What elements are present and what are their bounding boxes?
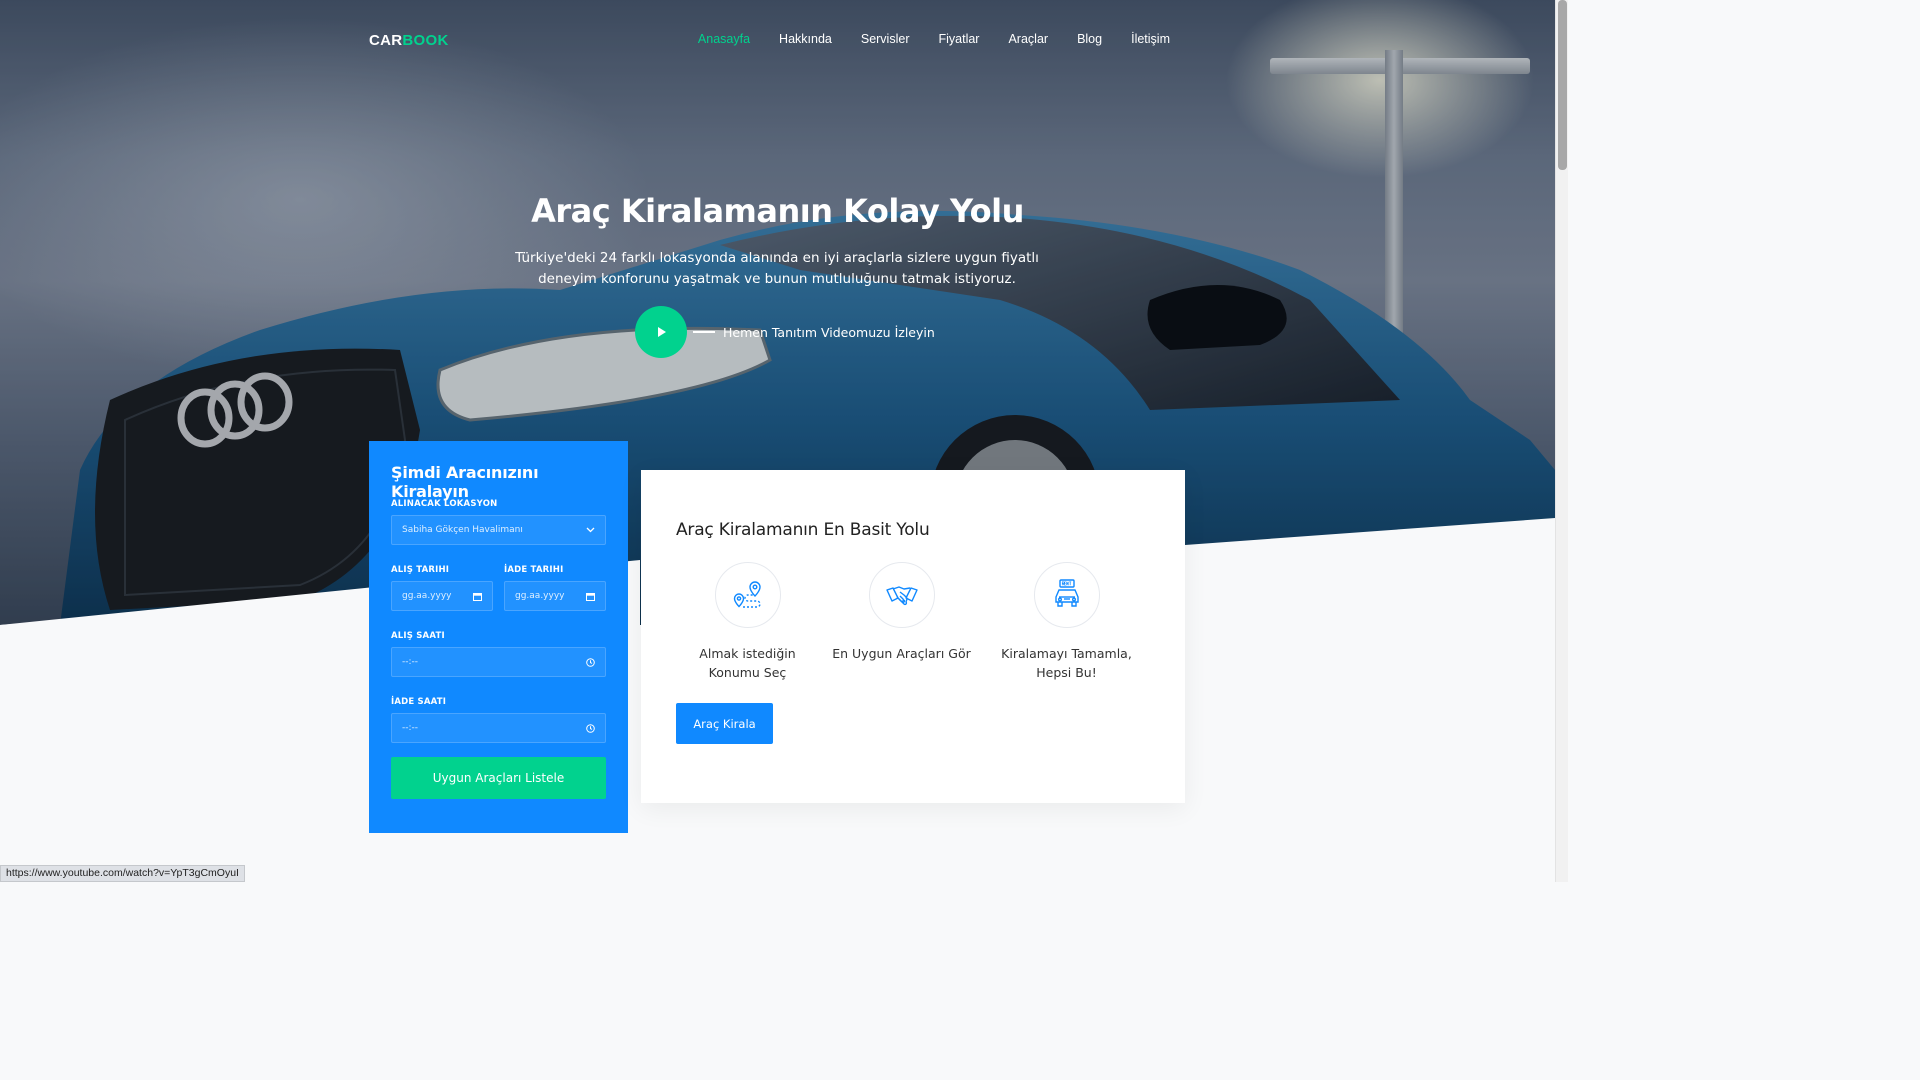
logo[interactable]: CARBOOK: [369, 32, 449, 49]
video-link-divider: [693, 331, 715, 333]
nav-item-anasayfa[interactable]: Anasayfa: [698, 32, 750, 46]
pickup-date-input[interactable]: gg.aa.yyyy: [391, 581, 493, 611]
route-location-icon: [733, 581, 761, 608]
location-select[interactable]: Sabiha Gökçen Havalimanı: [391, 515, 606, 545]
nav-item-servisler[interactable]: Servisler: [861, 32, 910, 46]
video-link[interactable]: Hemen Tanıtım Videomuzu İzleyin: [635, 306, 935, 358]
nav-item-fiyatlar[interactable]: Fiyatlar: [938, 32, 979, 46]
page-scrollbar[interactable]: [1555, 0, 1568, 882]
return-time-placeholder: --:--: [402, 723, 419, 733]
handshake-icon: [885, 586, 918, 606]
location-value: Sabiha Gökçen Havalimanı: [402, 525, 523, 535]
pickup-date-group: ALIŞ TARIHI gg.aa.yyyy: [391, 565, 493, 611]
logo-accent: BOOK: [402, 32, 449, 49]
nav-item-araclar[interactable]: Araçlar: [1008, 32, 1048, 46]
rent-car-icon: [1054, 579, 1079, 607]
step-text: Almak istediğin Konumu Seç: [699, 646, 796, 680]
scrollbar-thumb[interactable]: [1558, 0, 1567, 170]
calendar-icon[interactable]: [586, 592, 595, 601]
return-date-label: İADE TARIHI: [504, 565, 564, 575]
calendar-icon[interactable]: [473, 592, 482, 601]
nav-item-hakkinda[interactable]: Hakkında: [779, 32, 832, 46]
step-item: Kiralamayı Tamamla, Hepsi Bu!: [984, 562, 1149, 682]
info-title: Araç Kiralamanın En Basit Yolu: [676, 520, 930, 540]
nav-item-iletisim[interactable]: İletişim: [1131, 32, 1170, 46]
nav-item-blog[interactable]: Blog: [1077, 32, 1102, 46]
steps-list: Almak istediğin Konumu Seç En Uygun Araç…: [676, 562, 1150, 682]
nav-menu: Anasayfa Hakkında Servisler Fiyatlar Ara…: [669, 32, 1170, 46]
return-time-group: İADE SAATI --:--: [391, 697, 606, 743]
pickup-time-input[interactable]: --:--: [391, 647, 606, 677]
info-card: Araç Kiralamanın En Basit Yolu Almak ist…: [641, 470, 1185, 803]
video-link-label[interactable]: Hemen Tanıtım Videomuzu İzleyin: [723, 325, 935, 340]
navbar: CARBOOK Anasayfa Hakkında Servisler Fiya…: [369, 30, 1170, 52]
step-text: En Uygun Araçları Gör: [832, 646, 971, 661]
play-button[interactable]: [635, 306, 687, 358]
booking-form: Şimdi Aracınızını Kiralayın ALINACAK LOK…: [369, 441, 628, 833]
pickup-time-placeholder: --:--: [402, 657, 419, 667]
chevron-down-icon: [586, 527, 595, 533]
hero-title: Araç Kiralamanın Kolay Yolu: [531, 192, 1024, 230]
step-item: Almak istediğin Konumu Seç: [676, 562, 819, 682]
step-text: Kiralamayı Tamamla, Hepsi Bu!: [1001, 646, 1132, 680]
play-icon: [658, 327, 666, 337]
booking-title: Şimdi Aracınızını Kiralayın: [391, 463, 539, 501]
pickup-date-label: ALIŞ TARIHI: [391, 565, 450, 575]
logo-primary: CAR: [369, 32, 403, 49]
return-date-placeholder: gg.aa.yyyy: [515, 591, 565, 601]
return-time-input[interactable]: --:--: [391, 713, 606, 743]
return-date-group: İADE TARIHI gg.aa.yyyy: [504, 565, 606, 611]
status-bar-url: https://www.youtube.com/watch?v=YpT3gCmO…: [0, 865, 245, 882]
step-item: En Uygun Araçları Gör: [819, 562, 984, 682]
clock-icon[interactable]: [586, 657, 595, 667]
hero-subtitle: Türkiye'deki 24 farklı lokasyonda alanın…: [515, 250, 1039, 287]
rent-car-button[interactable]: Araç Kirala: [676, 703, 773, 744]
pickup-time-label: ALIŞ SAATI: [391, 631, 445, 641]
return-date-input[interactable]: gg.aa.yyyy: [504, 581, 606, 611]
return-time-label: İADE SAATI: [391, 697, 447, 707]
location-label: ALINACAK LOKASYON: [391, 499, 498, 509]
list-cars-button[interactable]: Uygun Araçları Listele: [391, 757, 606, 799]
clock-icon[interactable]: [586, 723, 595, 733]
pickup-time-group: ALIŞ SAATI --:--: [391, 631, 606, 677]
pickup-date-placeholder: gg.aa.yyyy: [402, 591, 452, 601]
location-group: ALINACAK LOKASYON Sabiha Gökçen Havalima…: [391, 499, 606, 545]
